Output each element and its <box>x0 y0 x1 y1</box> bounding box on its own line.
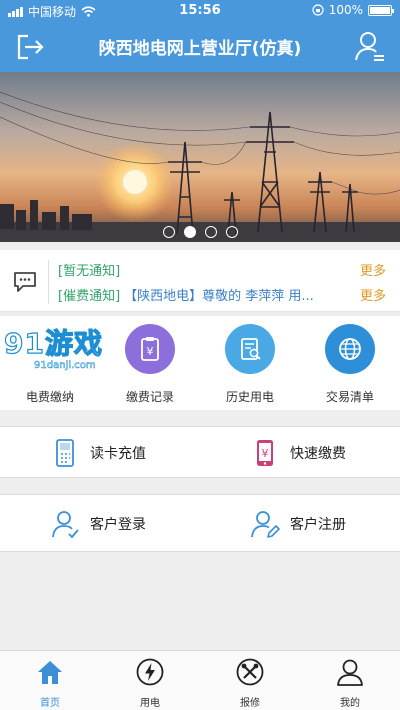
app-header: 陕西地电网上营业厅(仿真) <box>0 22 400 72</box>
watermark-url: 91danji.com <box>34 360 96 372</box>
bottom-tab-bar: 首页 用电 报修 我的 <box>0 650 400 710</box>
phone-pay-icon: ¥ <box>250 438 280 468</box>
watermark-logo: 91游戏 91danji.com <box>3 322 154 380</box>
customer-register-button[interactable]: 客户注册 <box>200 495 400 553</box>
page-title: 陕西地电网上营业厅(仿真) <box>98 39 302 59</box>
lightning-icon <box>136 658 164 686</box>
card-reader-icon <box>50 438 80 468</box>
more-link[interactable]: 更多 <box>360 260 386 279</box>
notice-divider <box>48 260 49 304</box>
quick-item-label: 交易清单 <box>325 390 374 404</box>
carousel-dot[interactable] <box>204 226 217 238</box>
status-bar: 中国移动 15:56 100% <box>0 0 400 22</box>
action-row-account: 客户登录 客户注册 <box>0 494 400 552</box>
home-icon <box>38 661 62 684</box>
logout-icon[interactable] <box>14 32 46 62</box>
notice-row[interactable]: [催费通知] 【陕西地电】尊敬的 李萍萍 用... 更多 <box>58 284 386 304</box>
action-label: 客户注册 <box>290 517 346 533</box>
banner-carousel[interactable] <box>0 72 400 242</box>
carousel-dots <box>0 226 400 238</box>
tab-home[interactable]: 首页 <box>0 657 100 709</box>
quick-pay-button[interactable]: ¥ 快速缴费 <box>200 427 400 479</box>
carousel-dot-active[interactable] <box>183 226 196 238</box>
battery-percent: 100% <box>328 3 363 17</box>
tab-label: 我的 <box>340 698 360 709</box>
notice-row[interactable]: [暂无通知] 更多 <box>58 259 386 279</box>
tab-label: 报修 <box>240 698 260 709</box>
quick-item-label: 缴费记录 <box>125 390 174 404</box>
action-label: 客户登录 <box>90 517 146 533</box>
top-bar: 中国移动 15:56 100% 陕西地电网上营业厅(仿真) <box>0 0 400 72</box>
card-recharge-button[interactable]: 读卡充值 <box>0 427 200 479</box>
carousel-dot[interactable] <box>162 226 175 238</box>
customer-login-button[interactable]: 客户登录 <box>0 495 200 553</box>
user-register-icon <box>250 509 280 539</box>
action-label: 快速缴费 <box>290 446 346 462</box>
user-menu-icon[interactable] <box>354 30 386 64</box>
quick-item-label: 历史用电 <box>225 390 274 404</box>
notice-text: 【陕西地电】尊敬的 李萍萍 用... <box>124 288 314 304</box>
profile-icon <box>337 659 363 686</box>
notice-tag: [催费通知] <box>58 288 121 304</box>
tab-electricity[interactable]: 用电 <box>100 657 200 709</box>
notice-panel: [暂无通知] 更多 [催费通知] 【陕西地电】尊敬的 李萍萍 用... 更多 <box>0 250 400 312</box>
banner-image <box>0 72 400 242</box>
rotation-lock-icon <box>312 4 324 16</box>
notice-tag: [暂无通知] <box>58 263 121 279</box>
watermark-text: 91游戏 <box>3 326 103 360</box>
globe-icon <box>325 324 375 374</box>
tab-mine[interactable]: 我的 <box>300 657 400 709</box>
history-doc-icon <box>225 324 275 374</box>
battery-icon <box>368 4 394 16</box>
tab-repair[interactable]: 报修 <box>200 657 300 709</box>
quick-item-transactions[interactable]: 交易清单 <box>300 324 400 408</box>
carousel-dot[interactable] <box>225 226 238 238</box>
tab-label: 首页 <box>40 698 60 709</box>
action-label: 读卡充值 <box>90 446 146 462</box>
tools-icon <box>236 658 264 686</box>
quick-item-history[interactable]: 历史用电 <box>200 324 300 408</box>
quick-item-label: 电费缴纳 <box>25 390 74 404</box>
more-link[interactable]: 更多 <box>360 285 386 304</box>
message-icon <box>14 272 36 292</box>
user-login-icon <box>50 509 80 539</box>
svg-text:¥: ¥ <box>262 447 269 460</box>
action-row-recharge: 读卡充值 ¥ 快速缴费 <box>0 426 400 478</box>
tab-label: 用电 <box>140 698 160 709</box>
